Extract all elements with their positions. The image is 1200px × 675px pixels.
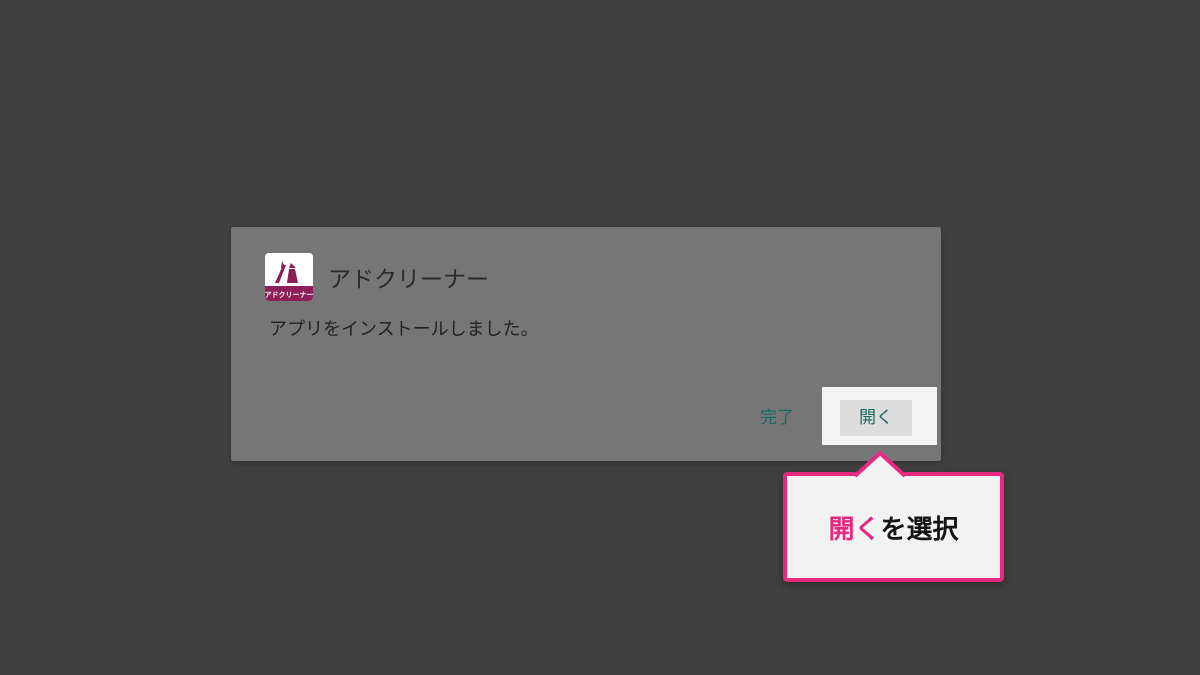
callout-pointer bbox=[854, 451, 906, 477]
open-button-highlight: 開く bbox=[822, 387, 937, 445]
install-message: アプリをインストールしました。 bbox=[269, 319, 539, 340]
callout-text: 開くを選択 bbox=[787, 509, 1000, 546]
callout-rest: を選択 bbox=[880, 515, 959, 545]
app-name: アドクリーナー bbox=[328, 267, 489, 293]
open-button[interactable]: 開く bbox=[840, 400, 912, 436]
instruction-callout: 開くを選択 bbox=[783, 472, 1004, 582]
app-icon: アドクリーナー bbox=[265, 253, 313, 301]
done-button[interactable]: 完了 bbox=[749, 401, 805, 435]
callout-highlight: 開く bbox=[828, 515, 881, 545]
svg-text:アドクリーナー: アドクリーナー bbox=[265, 290, 313, 299]
